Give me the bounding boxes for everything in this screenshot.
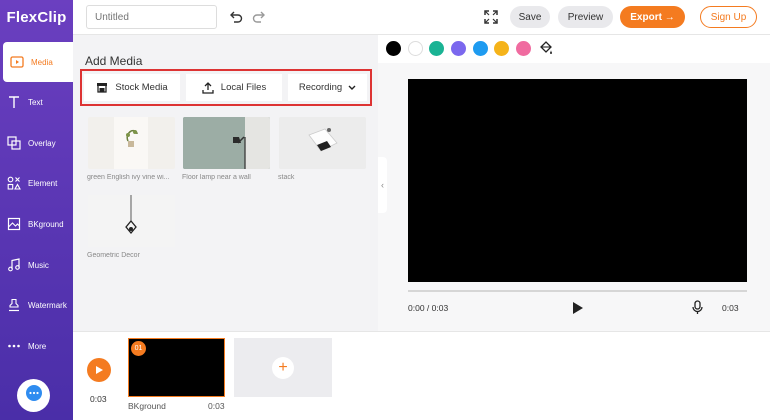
clip-number-badge: 01 [131,341,146,356]
more-icon [6,338,22,354]
media-thumbnail[interactable] [88,117,175,169]
sidebar-item-label: BKground [28,219,64,229]
project-title-input[interactable] [86,5,217,29]
plus-icon: + [272,356,294,379]
media-thumbnail[interactable] [183,117,270,169]
clip-duration: 0:03 [208,401,225,411]
color-swatch[interactable] [473,41,488,56]
tab-recording[interactable]: Recording [288,74,367,101]
panel-title: Add Media [85,54,143,68]
upload-icon [202,81,214,94]
duration-label: 0:03 [722,303,739,313]
color-swatch[interactable] [408,41,423,56]
tab-stock-media[interactable]: Stock Media [84,74,180,101]
chevron-left-icon: ‹ [381,180,384,190]
video-canvas[interactable] [408,79,747,282]
media-caption: green English ivy vine wi... [87,174,170,181]
media-caption: stack [278,174,295,181]
color-swatch[interactable] [386,41,401,56]
help-chat-button[interactable] [17,379,50,412]
chevron-down-icon [348,85,356,91]
music-icon [6,257,22,273]
timeline-time: 0:03 [90,394,107,404]
color-swatch[interactable] [494,41,509,56]
color-swatch[interactable] [451,41,466,56]
sidebar-item-overlay[interactable]: Overlay [0,123,73,163]
play-icon [95,365,104,375]
watermark-icon [6,297,22,313]
tab-local-files[interactable]: Local Files [186,74,282,101]
preview-button[interactable]: Preview [558,6,613,28]
sidebar-item-label: Overlay [28,138,56,148]
add-scene-button[interactable]: + [234,338,332,397]
background-icon [6,216,22,232]
export-button[interactable]: Export → [620,6,685,28]
signup-button[interactable]: Sign Up [700,6,757,28]
color-swatch[interactable] [429,41,444,56]
undo-icon[interactable] [228,9,244,30]
sidebar-item-bkground[interactable]: BKground [0,204,73,244]
sidebar-item-element[interactable]: Element [0,163,73,203]
sidebar-item-label: Media [31,57,53,67]
chat-icon [24,383,44,408]
sidebar-item-label: Element [28,178,58,188]
fullscreen-icon[interactable] [484,10,498,29]
microphone-icon[interactable] [692,300,703,320]
sidebar-item-text[interactable]: Text [0,82,73,122]
playback-progress[interactable] [408,290,747,292]
sidebar-item-music[interactable]: Music [0,245,73,285]
media-caption: Floor lamp near a wall [182,174,251,181]
paint-bucket-icon[interactable] [538,41,553,61]
playback-time: 0:00 / 0:03 [408,303,449,313]
media-icon [9,54,25,70]
sidebar-item-watermark[interactable]: Watermark [0,285,73,325]
overlay-icon [6,135,22,151]
media-thumbnail[interactable] [88,195,175,247]
color-swatch[interactable] [516,41,531,56]
save-button[interactable]: Save [510,6,550,28]
element-icon [6,175,22,191]
app-logo[interactable]: FlexClip [0,0,73,34]
media-thumbnail[interactable] [279,117,366,169]
clip-name: BKground [128,401,166,411]
play-icon[interactable] [572,301,584,320]
sidebar-item-label: More [28,341,47,351]
sidebar-item-media[interactable]: Media [3,42,73,82]
sidebar-item-more[interactable]: More [0,326,73,366]
collapse-panel-button[interactable]: ‹ [378,157,387,213]
media-caption: Geometric Decor [87,252,140,259]
sidebar-item-label: Text [28,97,43,107]
redo-icon[interactable] [251,9,267,30]
sidebar-item-label: Watermark [28,300,67,310]
timeline-play-button[interactable] [87,358,111,382]
sidebar-item-label: Music [28,260,49,270]
text-icon [6,94,22,110]
store-icon [96,82,108,93]
